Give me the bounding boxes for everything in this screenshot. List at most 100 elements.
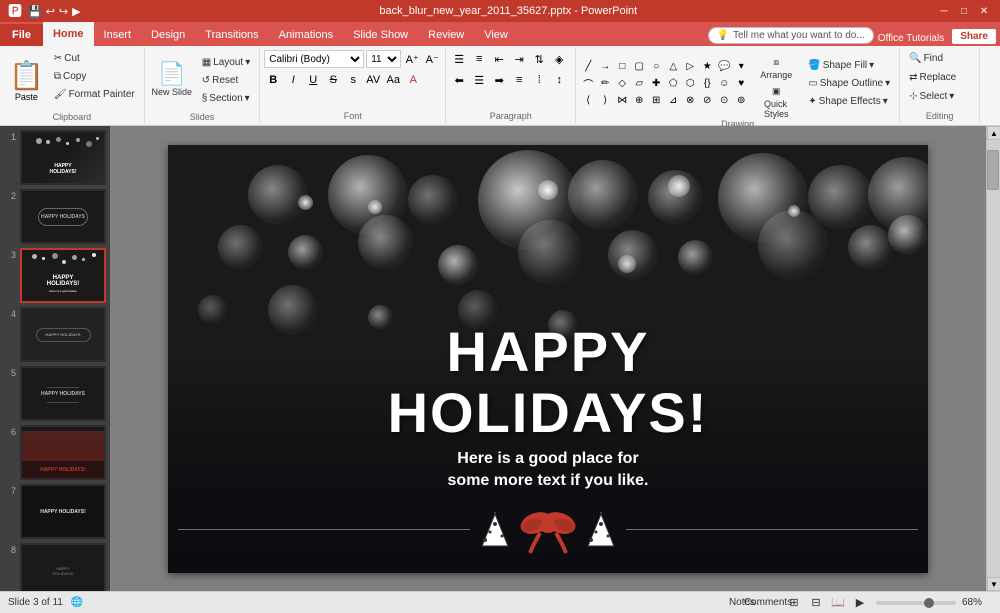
font-family-select[interactable]: Calibri (Body) (264, 50, 364, 68)
font-size-select[interactable]: 11 (366, 50, 401, 68)
comments-button[interactable]: Comments (758, 595, 778, 611)
font-color-button[interactable]: A (404, 71, 422, 89)
zoom-thumb[interactable] (924, 598, 934, 608)
line-spacing-btn[interactable]: ↕ (550, 71, 568, 89)
justify-btn[interactable]: ≡ (510, 71, 528, 89)
tab-insert[interactable]: Insert (94, 24, 142, 46)
close-btn[interactable]: ✕ (976, 4, 992, 18)
bold-button[interactable]: B (264, 71, 282, 89)
slide-img-6[interactable]: HAPPY HOLIDAYS! (20, 425, 106, 480)
shape-misc8[interactable]: ⊘ (699, 93, 715, 109)
shape-parallelogram[interactable]: ▱ (631, 76, 647, 92)
scroll-thumb[interactable] (987, 150, 999, 190)
select-button[interactable]: ⊹ Select ▾ (904, 88, 959, 105)
shape-outline-button[interactable]: ▭ Shape Outline ▾ (803, 75, 895, 92)
shape-curve[interactable]: ⌒ (580, 76, 596, 92)
new-slide-button[interactable]: 📄 New Slide (149, 50, 195, 110)
section-button[interactable]: § Section ▾ (197, 90, 256, 107)
shape-misc1[interactable]: ⟨ (580, 93, 596, 109)
shapes-more-btn[interactable]: ▾ (733, 59, 749, 75)
align-center-btn[interactable]: ☰ (470, 71, 488, 89)
shape-misc6[interactable]: ⊿ (665, 93, 681, 109)
tab-slideshow[interactable]: Slide Show (343, 24, 418, 46)
shape-fill-button[interactable]: 🪣 Shape Fill ▾ (803, 57, 895, 74)
tab-view[interactable]: View (474, 24, 518, 46)
shape-oval[interactable]: ○ (648, 59, 664, 75)
present-icon[interactable]: ▶ (72, 5, 80, 18)
char-space-button[interactable]: AV (364, 71, 382, 89)
shape-misc2[interactable]: ⟩ (597, 93, 613, 109)
slide-img-3[interactable]: HAPPYHOLIDAYS! Here is a good place (20, 248, 106, 303)
shape-misc4[interactable]: ⊕ (631, 93, 647, 109)
paste-button[interactable]: 📋 Paste (4, 50, 49, 110)
scroll-up-btn[interactable]: ▲ (987, 126, 1000, 140)
align-left-btn[interactable]: ⬅ (450, 71, 468, 89)
shape-line[interactable]: ╱ (580, 59, 596, 75)
tab-file[interactable]: File (0, 24, 43, 46)
shape-misc7[interactable]: ⊗ (682, 93, 698, 109)
slide-sorter-btn[interactable]: ⊟ (806, 595, 826, 611)
shape-arrow[interactable]: → (597, 59, 613, 75)
reset-button[interactable]: ↺ Reset (197, 72, 256, 89)
scroll-down-btn[interactable]: ▼ (987, 577, 1000, 591)
format-painter-button[interactable]: 🖌 Format Painter (49, 86, 140, 103)
shape-smiley[interactable]: ☺ (716, 76, 732, 92)
slideshow-btn[interactable]: ▶ (850, 595, 870, 611)
layout-button[interactable]: ▦ Layout ▾ (197, 54, 256, 71)
columns-btn[interactable]: ⁞ (530, 71, 548, 89)
underline-button[interactable]: U (304, 71, 322, 89)
shadow-button[interactable]: s (344, 71, 362, 89)
slide-canvas[interactable]: HAPPY HOLIDAYS! Here is a good place for… (168, 145, 928, 573)
shape-heart[interactable]: ♥ (733, 76, 749, 92)
slide-text-area[interactable]: HAPPY HOLIDAYS! Here is a good place for… (168, 321, 928, 493)
tab-home[interactable]: Home (43, 22, 94, 46)
tell-me-input[interactable]: 💡 Tell me what you want to do... (708, 27, 874, 44)
shape-hexagon[interactable]: ⬡ (682, 76, 698, 92)
shape-diamond[interactable]: ◇ (614, 76, 630, 92)
tab-design[interactable]: Design (141, 24, 195, 46)
shape-rect[interactable]: □ (614, 59, 630, 75)
copy-button[interactable]: ⧉ Copy (49, 68, 140, 85)
maximize-btn[interactable]: □ (956, 4, 972, 18)
increase-indent-btn[interactable]: ⇥ (510, 50, 528, 68)
shape-misc9[interactable]: ⊙ (716, 93, 732, 109)
reading-view-btn[interactable]: 📖 (828, 595, 848, 611)
shape-star[interactable]: ★ (699, 59, 715, 75)
slide-img-2[interactable]: HAPPY HOLIDAYS (20, 189, 106, 244)
shape-callout[interactable]: 💬 (716, 59, 732, 75)
numbered-list-btn[interactable]: ≡ (470, 50, 488, 68)
tab-review[interactable]: Review (418, 24, 474, 46)
increase-font-btn[interactable]: A⁺ (403, 50, 421, 68)
tab-animations[interactable]: Animations (269, 24, 343, 46)
redo-icon[interactable]: ↪ (59, 5, 68, 18)
replace-button[interactable]: ⇄ Replace (904, 69, 961, 86)
decrease-font-btn[interactable]: A⁻ (423, 50, 441, 68)
shape-misc5[interactable]: ⊞ (648, 93, 664, 109)
tab-transitions[interactable]: Transitions (195, 24, 268, 46)
slide-img-1[interactable]: HAPPYHOLIDAYS! (20, 130, 106, 185)
text-direction-btn[interactable]: ⇅ (530, 50, 548, 68)
bullet-list-btn[interactable]: ☰ (450, 50, 468, 68)
find-button[interactable]: 🔍 Find (904, 50, 948, 67)
decrease-indent-btn[interactable]: ⇤ (490, 50, 508, 68)
shape-freeform[interactable]: ✏ (597, 76, 613, 92)
zoom-slider[interactable] (876, 601, 956, 605)
shape-misc10[interactable]: ⊚ (733, 93, 749, 109)
italic-button[interactable]: I (284, 71, 302, 89)
slide-img-7[interactable]: HAPPY HOLIDAYS! (20, 484, 106, 539)
undo-icon[interactable]: ↩ (46, 5, 55, 18)
strikethrough-button[interactable]: S (324, 71, 342, 89)
shape-triangle[interactable]: △ (665, 59, 681, 75)
arrange-button[interactable]: ⧈ Arrange (751, 50, 801, 86)
normal-view-btn[interactable]: ⊞ (784, 595, 804, 611)
minimize-btn[interactable]: ─ (936, 4, 952, 18)
font-case-button[interactable]: Aa (384, 71, 402, 89)
shape-right-arrow[interactable]: ▷ (682, 59, 698, 75)
cut-button[interactable]: ✂ Cut (49, 50, 140, 67)
shape-misc3[interactable]: ⋈ (614, 93, 630, 109)
slide-img-5[interactable]: ———————— HAPPY HOLIDAYS ———————— (20, 366, 106, 421)
shape-brace[interactable]: {} (699, 76, 715, 92)
slide-img-4[interactable]: HAPPY HOLIDAYS (20, 307, 106, 362)
shape-cross[interactable]: ✚ (648, 76, 664, 92)
save-icon[interactable]: 💾 (28, 5, 42, 18)
